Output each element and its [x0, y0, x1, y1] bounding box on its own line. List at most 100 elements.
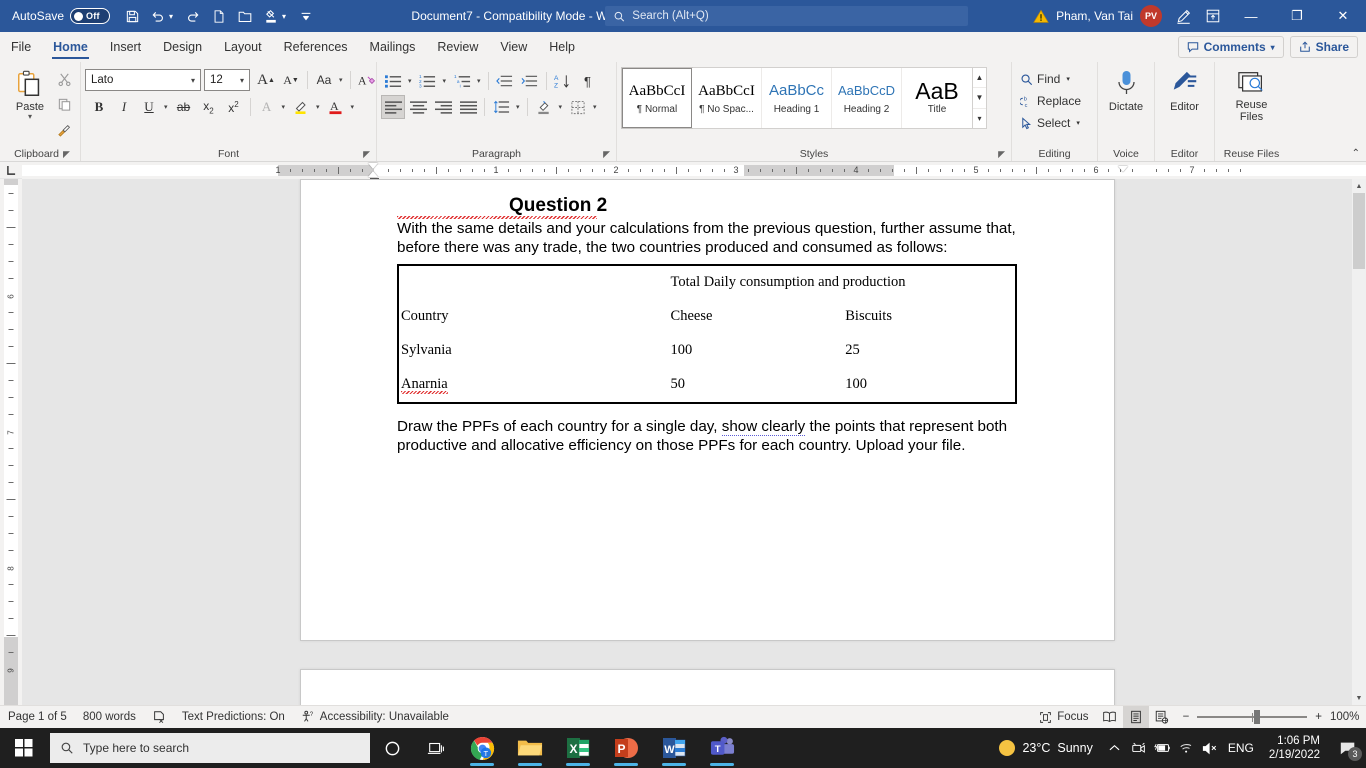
line-spacing-chevron-down-icon[interactable]: ▾ — [513, 95, 523, 119]
intro-paragraph[interactable]: With the same details and your calculati… — [397, 219, 1017, 258]
change-case-button[interactable]: Aa ▾ — [312, 68, 346, 92]
text-effects-chevron-down-icon[interactable]: ▾ — [279, 95, 289, 119]
word-count[interactable]: 800 words — [75, 706, 144, 729]
account-area[interactable]: Pham, Van Tai PV — [1033, 5, 1162, 27]
subscript-button[interactable]: x2 — [197, 95, 221, 119]
change-case-chevron-down-icon[interactable]: ▾ — [336, 68, 346, 92]
text-effects-button[interactable]: A ▾ — [255, 95, 289, 119]
numbering-button[interactable]: 1 2 3 ▾ — [416, 69, 450, 93]
reuse-files-button[interactable]: Reuse Files — [1220, 65, 1284, 123]
tab-insert[interactable]: Insert — [99, 32, 152, 62]
styles-dialog-launcher-icon[interactable]: ◤ — [998, 149, 1005, 160]
table-row[interactable]: Sylvania 100 25 — [399, 334, 1015, 368]
line-spacing-icon[interactable] — [489, 95, 513, 119]
taskbar-app-teams[interactable]: T — [698, 728, 746, 768]
font-family-combo[interactable]: Lato ▾ — [85, 69, 201, 91]
zoom-out-button[interactable]: − — [1183, 711, 1190, 723]
web-layout-button[interactable] — [1149, 706, 1175, 729]
undo-icon[interactable] — [146, 4, 170, 28]
closing-paragraph[interactable]: Draw the PPFs of each country for a sing… — [397, 417, 1017, 456]
task-view-icon[interactable] — [414, 728, 458, 768]
format-dropdown-icon[interactable]: ▾ — [282, 12, 292, 21]
highlight-chevron-down-icon[interactable]: ▾ — [313, 95, 323, 119]
cut-icon[interactable] — [52, 67, 76, 91]
paste-chevron-down-icon[interactable]: ▾ — [28, 113, 32, 121]
style-title[interactable]: AaB Title — [902, 68, 972, 128]
taskbar-app-chrome[interactable]: T — [458, 728, 506, 768]
tab-layout[interactable]: Layout — [213, 32, 273, 62]
read-mode-button[interactable] — [1097, 706, 1123, 729]
superscript-button[interactable]: x2 — [222, 95, 246, 119]
tab-references[interactable]: References — [273, 32, 359, 62]
scrollbar-thumb[interactable] — [1353, 193, 1365, 269]
paragraph-dialog-launcher-icon[interactable]: ◤ — [603, 149, 610, 160]
search-box[interactable] — [605, 6, 968, 26]
dictate-button[interactable]: Dictate — [1102, 65, 1150, 113]
zoom-in-button[interactable]: + — [1315, 711, 1322, 723]
style-heading-2[interactable]: AaBbCcD Heading 2 — [832, 68, 902, 128]
wifi-icon[interactable] — [1175, 728, 1199, 768]
comments-chevron-down-icon[interactable]: ▾ — [1271, 43, 1275, 52]
zoom-slider-handle[interactable] — [1254, 710, 1261, 724]
font-size-combo[interactable]: 12 ▾ — [204, 69, 250, 91]
align-center-button[interactable] — [406, 95, 430, 119]
comments-button[interactable]: Comments ▾ — [1177, 36, 1284, 58]
zoom-level-label[interactable]: 100% — [1330, 711, 1366, 723]
battery-charging-icon[interactable] — [1151, 728, 1175, 768]
bullets-chevron-down-icon[interactable]: ▾ — [405, 69, 415, 93]
horizontal-ruler[interactable]: 1 1 2 3 4 5 6 7 — [22, 162, 1366, 179]
tab-home[interactable]: Home — [42, 32, 99, 62]
start-button[interactable] — [0, 728, 48, 768]
change-case-icon[interactable]: Aa — [312, 68, 336, 92]
tab-file[interactable]: File — [0, 32, 42, 62]
font-color-icon[interactable]: A — [324, 95, 348, 119]
editor-button[interactable]: Editor — [1159, 65, 1210, 113]
numbered-list-icon[interactable]: 1 2 3 — [416, 69, 440, 93]
scroll-down-icon[interactable]: ▼ — [1352, 691, 1366, 705]
select-button[interactable]: Select ▾ — [1016, 112, 1085, 134]
grow-font-icon[interactable]: A ▲ — [254, 68, 278, 92]
font-dialog-launcher-icon[interactable]: ◤ — [363, 149, 370, 160]
taskbar-app-excel[interactable]: X — [554, 728, 602, 768]
line-spacing-button[interactable]: ▾ — [489, 95, 523, 119]
multilevel-chevron-down-icon[interactable]: ▾ — [474, 69, 484, 93]
close-button[interactable]: ✕ — [1320, 0, 1366, 32]
focus-mode-button[interactable]: Focus — [1031, 706, 1096, 729]
autosave-toggle[interactable]: Off — [70, 8, 111, 24]
find-chevron-down-icon[interactable]: ▾ — [1066, 75, 1070, 83]
format-painter-brush-icon[interactable] — [52, 117, 76, 141]
replace-button[interactable]: bc Replace — [1016, 90, 1085, 112]
share-button[interactable]: Share — [1289, 36, 1358, 58]
tab-mailings[interactable]: Mailings — [359, 32, 427, 62]
shading-button[interactable]: ▾ — [532, 95, 566, 119]
hanging-indent-marker[interactable] — [368, 171, 378, 177]
increase-indent-icon[interactable] — [518, 69, 542, 93]
minimize-button[interactable]: — — [1228, 0, 1274, 32]
camera-privacy-icon[interactable] — [1127, 728, 1151, 768]
weather-widget[interactable]: 23°C Sunny — [989, 728, 1102, 768]
tab-design[interactable]: Design — [152, 32, 213, 62]
underline-icon[interactable]: U — [137, 95, 161, 119]
tab-view[interactable]: View — [489, 32, 538, 62]
bullets-button[interactable]: ▾ — [381, 69, 415, 93]
highlight-icon[interactable] — [289, 95, 313, 119]
font-color-button[interactable]: A ▾ — [324, 95, 358, 119]
text-effects-icon[interactable]: A — [255, 95, 279, 119]
document-page-2[interactable] — [300, 669, 1115, 705]
taskbar-app-file-explorer[interactable] — [506, 728, 554, 768]
print-layout-button[interactable] — [1122, 705, 1149, 729]
redo-icon[interactable] — [181, 4, 205, 28]
zoom-slider[interactable] — [1197, 710, 1308, 724]
ribbon-display-options-icon[interactable] — [1198, 0, 1228, 32]
style-no-spacing[interactable]: AaBbCcI ¶ No Spac... — [692, 68, 762, 128]
style-normal[interactable]: AaBbCcI ¶ Normal — [621, 67, 693, 129]
copy-icon[interactable] — [52, 92, 76, 116]
right-indent-marker[interactable] — [1118, 166, 1128, 172]
text-highlight-button[interactable]: ▾ — [289, 95, 323, 119]
pen-ink-icon[interactable] — [1168, 0, 1198, 32]
taskbar-app-powerpoint[interactable]: P — [602, 728, 650, 768]
font-size-chevron-down-icon[interactable]: ▾ — [237, 76, 247, 85]
numbering-chevron-down-icon[interactable]: ▾ — [440, 69, 450, 93]
volume-muted-icon[interactable] — [1199, 728, 1223, 768]
text-predictions-status[interactable]: Text Predictions: On — [174, 706, 293, 729]
